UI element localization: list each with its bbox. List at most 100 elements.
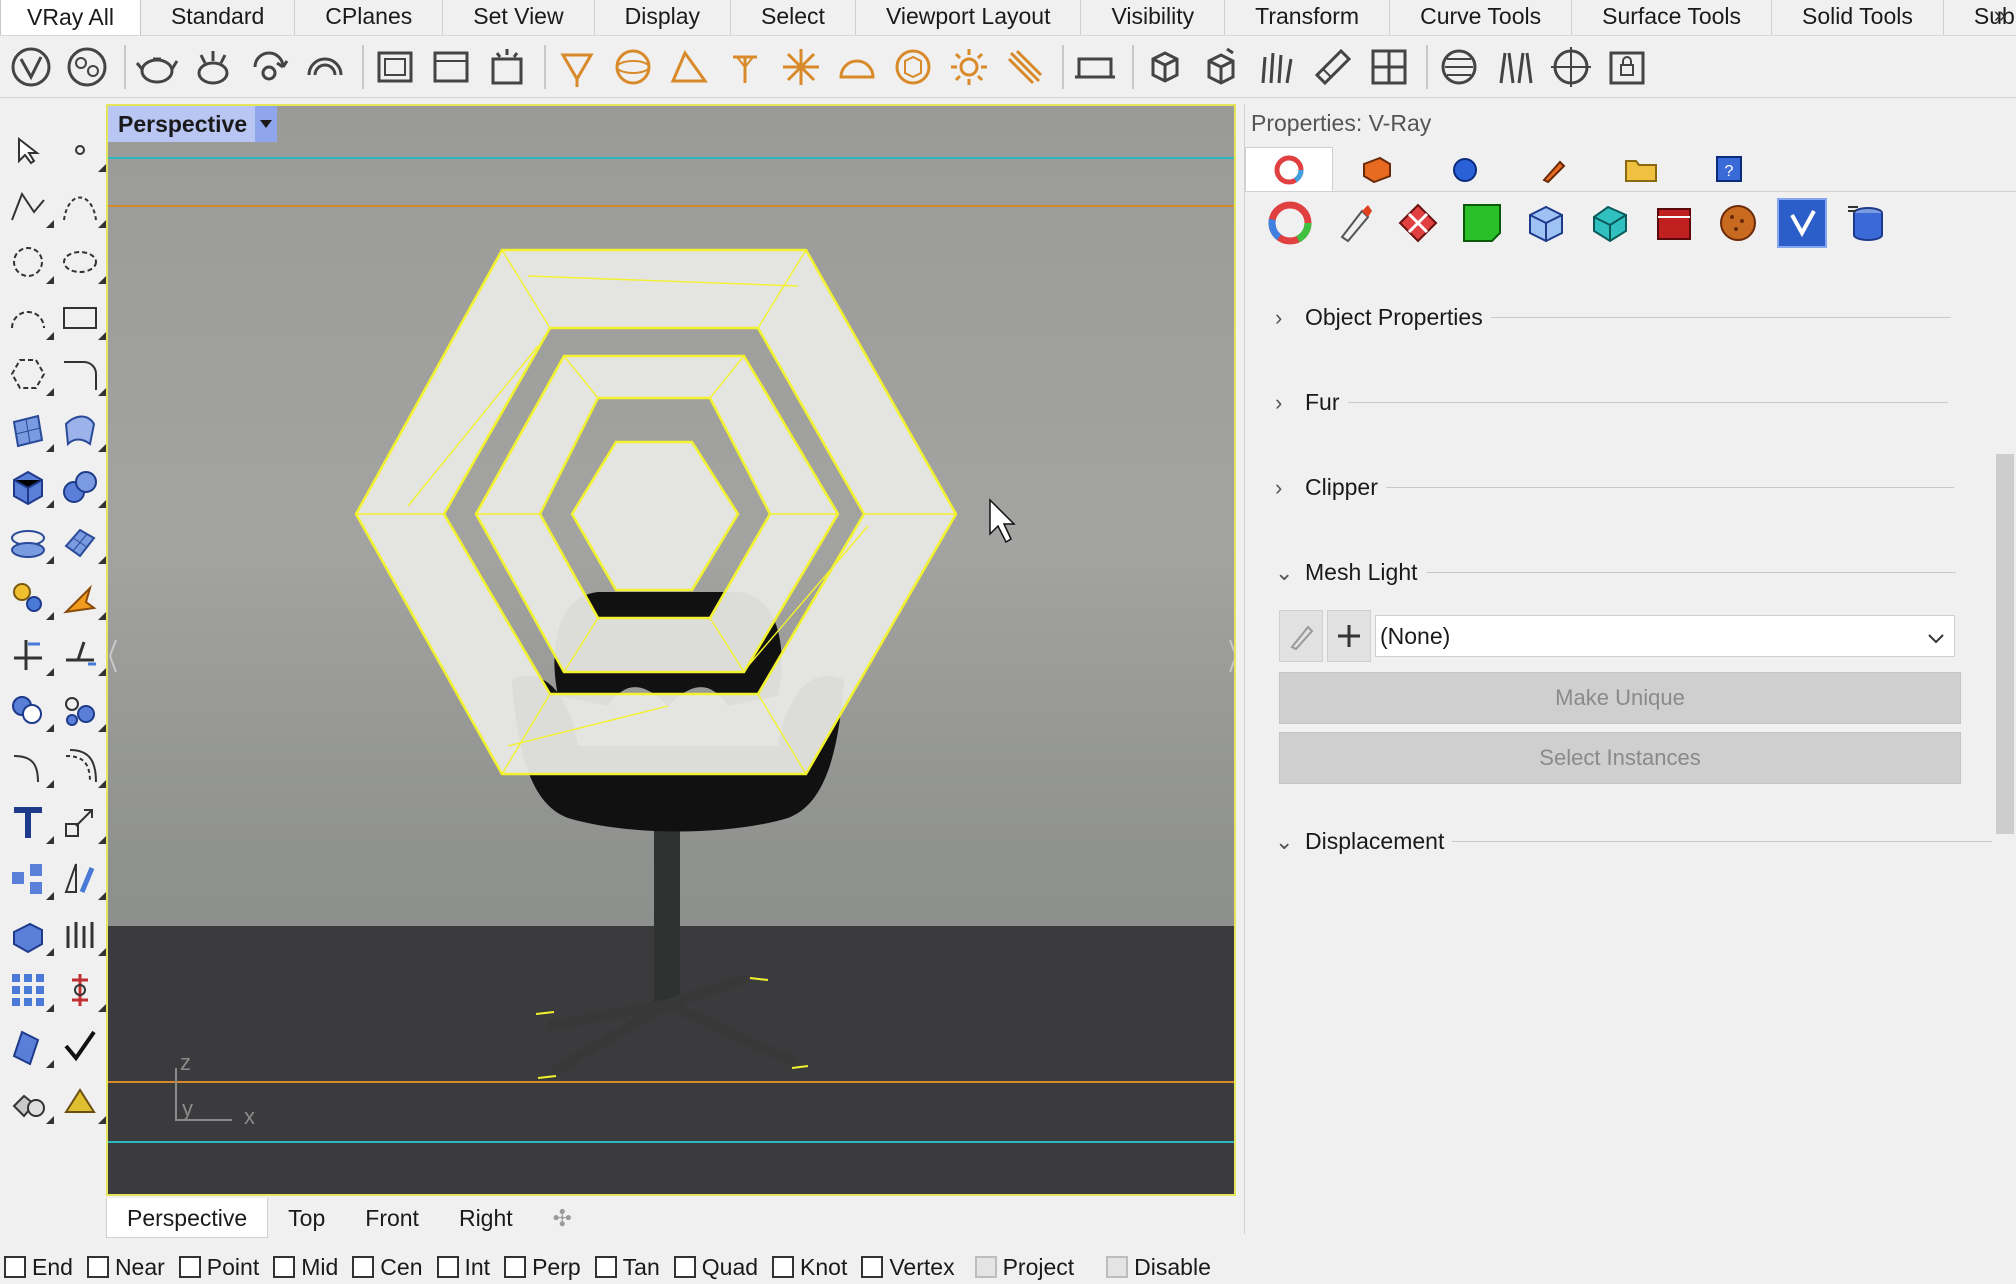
surface-from-points-icon[interactable]	[4, 406, 54, 454]
boolean-union-icon[interactable]	[4, 686, 54, 734]
checkbox[interactable]	[673, 1256, 696, 1278]
arc-icon[interactable]	[4, 294, 54, 342]
osnap-int[interactable]: Int	[436, 1254, 490, 1281]
glass-cube-icon[interactable]	[1521, 198, 1571, 248]
tab-display[interactable]: Display	[595, 0, 732, 35]
extrude-solid-icon[interactable]	[4, 910, 54, 958]
teal-box-icon[interactable]	[1585, 198, 1635, 248]
panel-scroll-thumb[interactable]	[1996, 454, 2014, 834]
analyze-icon[interactable]	[4, 1022, 54, 1070]
omni-light-icon[interactable]	[776, 42, 826, 92]
vray-logo-icon[interactable]	[6, 42, 56, 92]
section-object-properties[interactable]: › Object Properties	[1275, 304, 1951, 331]
color-wheel-icon[interactable]	[1265, 198, 1315, 248]
blend-curve-icon[interactable]	[4, 742, 54, 790]
tab-cplanes[interactable]: CPlanes	[295, 0, 444, 35]
checkbox[interactable]	[861, 1256, 884, 1278]
scatter-icon[interactable]	[1364, 42, 1414, 92]
dome-light-icon[interactable]	[832, 42, 882, 92]
add-viewport-tab-icon[interactable]: ✣	[533, 1198, 592, 1238]
proxy-import-icon[interactable]	[1196, 42, 1246, 92]
checkbox[interactable]	[4, 1256, 26, 1278]
select-arrow-icon[interactable]	[4, 126, 52, 174]
checkbox[interactable]	[436, 1256, 459, 1278]
viewport-title[interactable]: Perspective	[108, 106, 278, 142]
edit-pencil-button[interactable]	[1279, 610, 1323, 662]
ellipse-icon[interactable]	[56, 238, 106, 286]
tab-folder-icon[interactable]	[1597, 147, 1685, 191]
checkbox[interactable]	[504, 1256, 527, 1278]
point-icon[interactable]	[56, 126, 106, 174]
tab-select[interactable]: Select	[731, 0, 856, 35]
extrude-surface-icon[interactable]	[56, 406, 106, 454]
grid-target-icon[interactable]	[1546, 42, 1596, 92]
viewport-tab-perspective[interactable]: Perspective	[106, 1198, 269, 1238]
trim-icon[interactable]	[56, 630, 106, 678]
lock-frame-icon[interactable]	[1602, 42, 1652, 92]
box-solid-icon[interactable]	[4, 462, 54, 510]
paint-tube-icon[interactable]	[1329, 198, 1379, 248]
tab-solid-tools[interactable]: Solid Tools	[1772, 0, 1944, 35]
checkbox[interactable]	[178, 1256, 201, 1278]
osnap-project[interactable]: Project	[974, 1254, 1074, 1281]
tab-material-icon[interactable]	[1333, 147, 1421, 191]
red-box-icon[interactable]	[1649, 198, 1699, 248]
dimension-arrow-icon[interactable]	[56, 574, 106, 622]
checkbox[interactable]	[1106, 1256, 1129, 1278]
panel-scrollbar[interactable]	[1992, 264, 2016, 1232]
cloud-render-icon[interactable]	[244, 42, 294, 92]
tab-vray-all[interactable]: VRay All	[0, 0, 141, 35]
directional-light-icon[interactable]	[1000, 42, 1050, 92]
mesh-light-icon[interactable]	[888, 42, 938, 92]
fillet-curve-icon[interactable]	[56, 350, 106, 398]
gear-settings-icon[interactable]	[4, 574, 54, 622]
mesh-light-select[interactable]: (None)	[1375, 615, 1955, 657]
tab-curve-tools[interactable]: Curve Tools	[1390, 0, 1573, 35]
checkbox[interactable]	[772, 1256, 795, 1278]
checkmark-icon[interactable]	[56, 1022, 104, 1070]
osnap-near[interactable]: Near	[86, 1254, 165, 1281]
osnap-mid[interactable]: Mid	[273, 1254, 338, 1281]
add-light-button[interactable]	[1327, 610, 1371, 662]
tab-help-icon[interactable]: ?	[1685, 147, 1773, 191]
tab-brush-icon[interactable]	[1509, 147, 1597, 191]
interactive-render-icon[interactable]	[188, 42, 238, 92]
viewport-tab-right[interactable]: Right	[439, 1198, 533, 1238]
render-teapot-icon[interactable]	[132, 42, 182, 92]
curve-icon[interactable]	[56, 182, 106, 230]
text-icon[interactable]	[4, 798, 54, 846]
proxy-cylinder-icon[interactable]	[1841, 198, 1891, 248]
select-instances-button[interactable]: Select Instances	[1279, 732, 1961, 784]
tab-visibility[interactable]: Visibility	[1081, 0, 1226, 35]
vray-camera-icon[interactable]	[1070, 42, 1120, 92]
frame-buffer-icon[interactable]	[370, 42, 420, 92]
split-icon[interactable]	[4, 630, 54, 678]
mesh-from-surface-icon[interactable]	[56, 518, 106, 566]
sun-light-icon[interactable]	[944, 42, 994, 92]
tab-transform[interactable]: Transform	[1225, 0, 1391, 35]
mesh-icon[interactable]	[4, 518, 54, 566]
tab-set-view[interactable]: Set View	[443, 0, 595, 35]
decal-icon[interactable]	[1490, 42, 1540, 92]
tab-viewport-layout[interactable]: Viewport Layout	[856, 0, 1082, 35]
osnap-knot[interactable]: Knot	[772, 1254, 847, 1281]
osnap-point[interactable]: Point	[178, 1254, 259, 1281]
clipper-icon[interactable]	[1308, 42, 1358, 92]
polygon-icon[interactable]	[4, 350, 54, 398]
render-region-icon[interactable]	[426, 42, 476, 92]
tab-object-sphere-icon[interactable]	[1421, 147, 1509, 191]
viewport-tab-front[interactable]: Front	[345, 1198, 439, 1238]
light-mix-icon[interactable]	[482, 42, 532, 92]
vray-object-properties-icon[interactable]	[1777, 198, 1827, 248]
osnap-cen[interactable]: Cen	[352, 1254, 423, 1281]
checkbox[interactable]	[352, 1256, 375, 1278]
osnap-vertex[interactable]: Vertex	[861, 1254, 955, 1281]
osnap-end[interactable]: End	[4, 1254, 73, 1281]
viewport-menu-dropdown-icon[interactable]	[255, 106, 278, 142]
array-icon[interactable]	[4, 854, 54, 902]
section-fur[interactable]: › Fur	[1275, 389, 1948, 416]
section-displacement[interactable]: ⌄ Displacement	[1275, 828, 2013, 855]
perspective-viewport[interactable]: z y x Perspective	[106, 104, 1236, 1196]
grid-array-icon[interactable]	[4, 966, 54, 1014]
circle-icon[interactable]	[4, 238, 54, 286]
